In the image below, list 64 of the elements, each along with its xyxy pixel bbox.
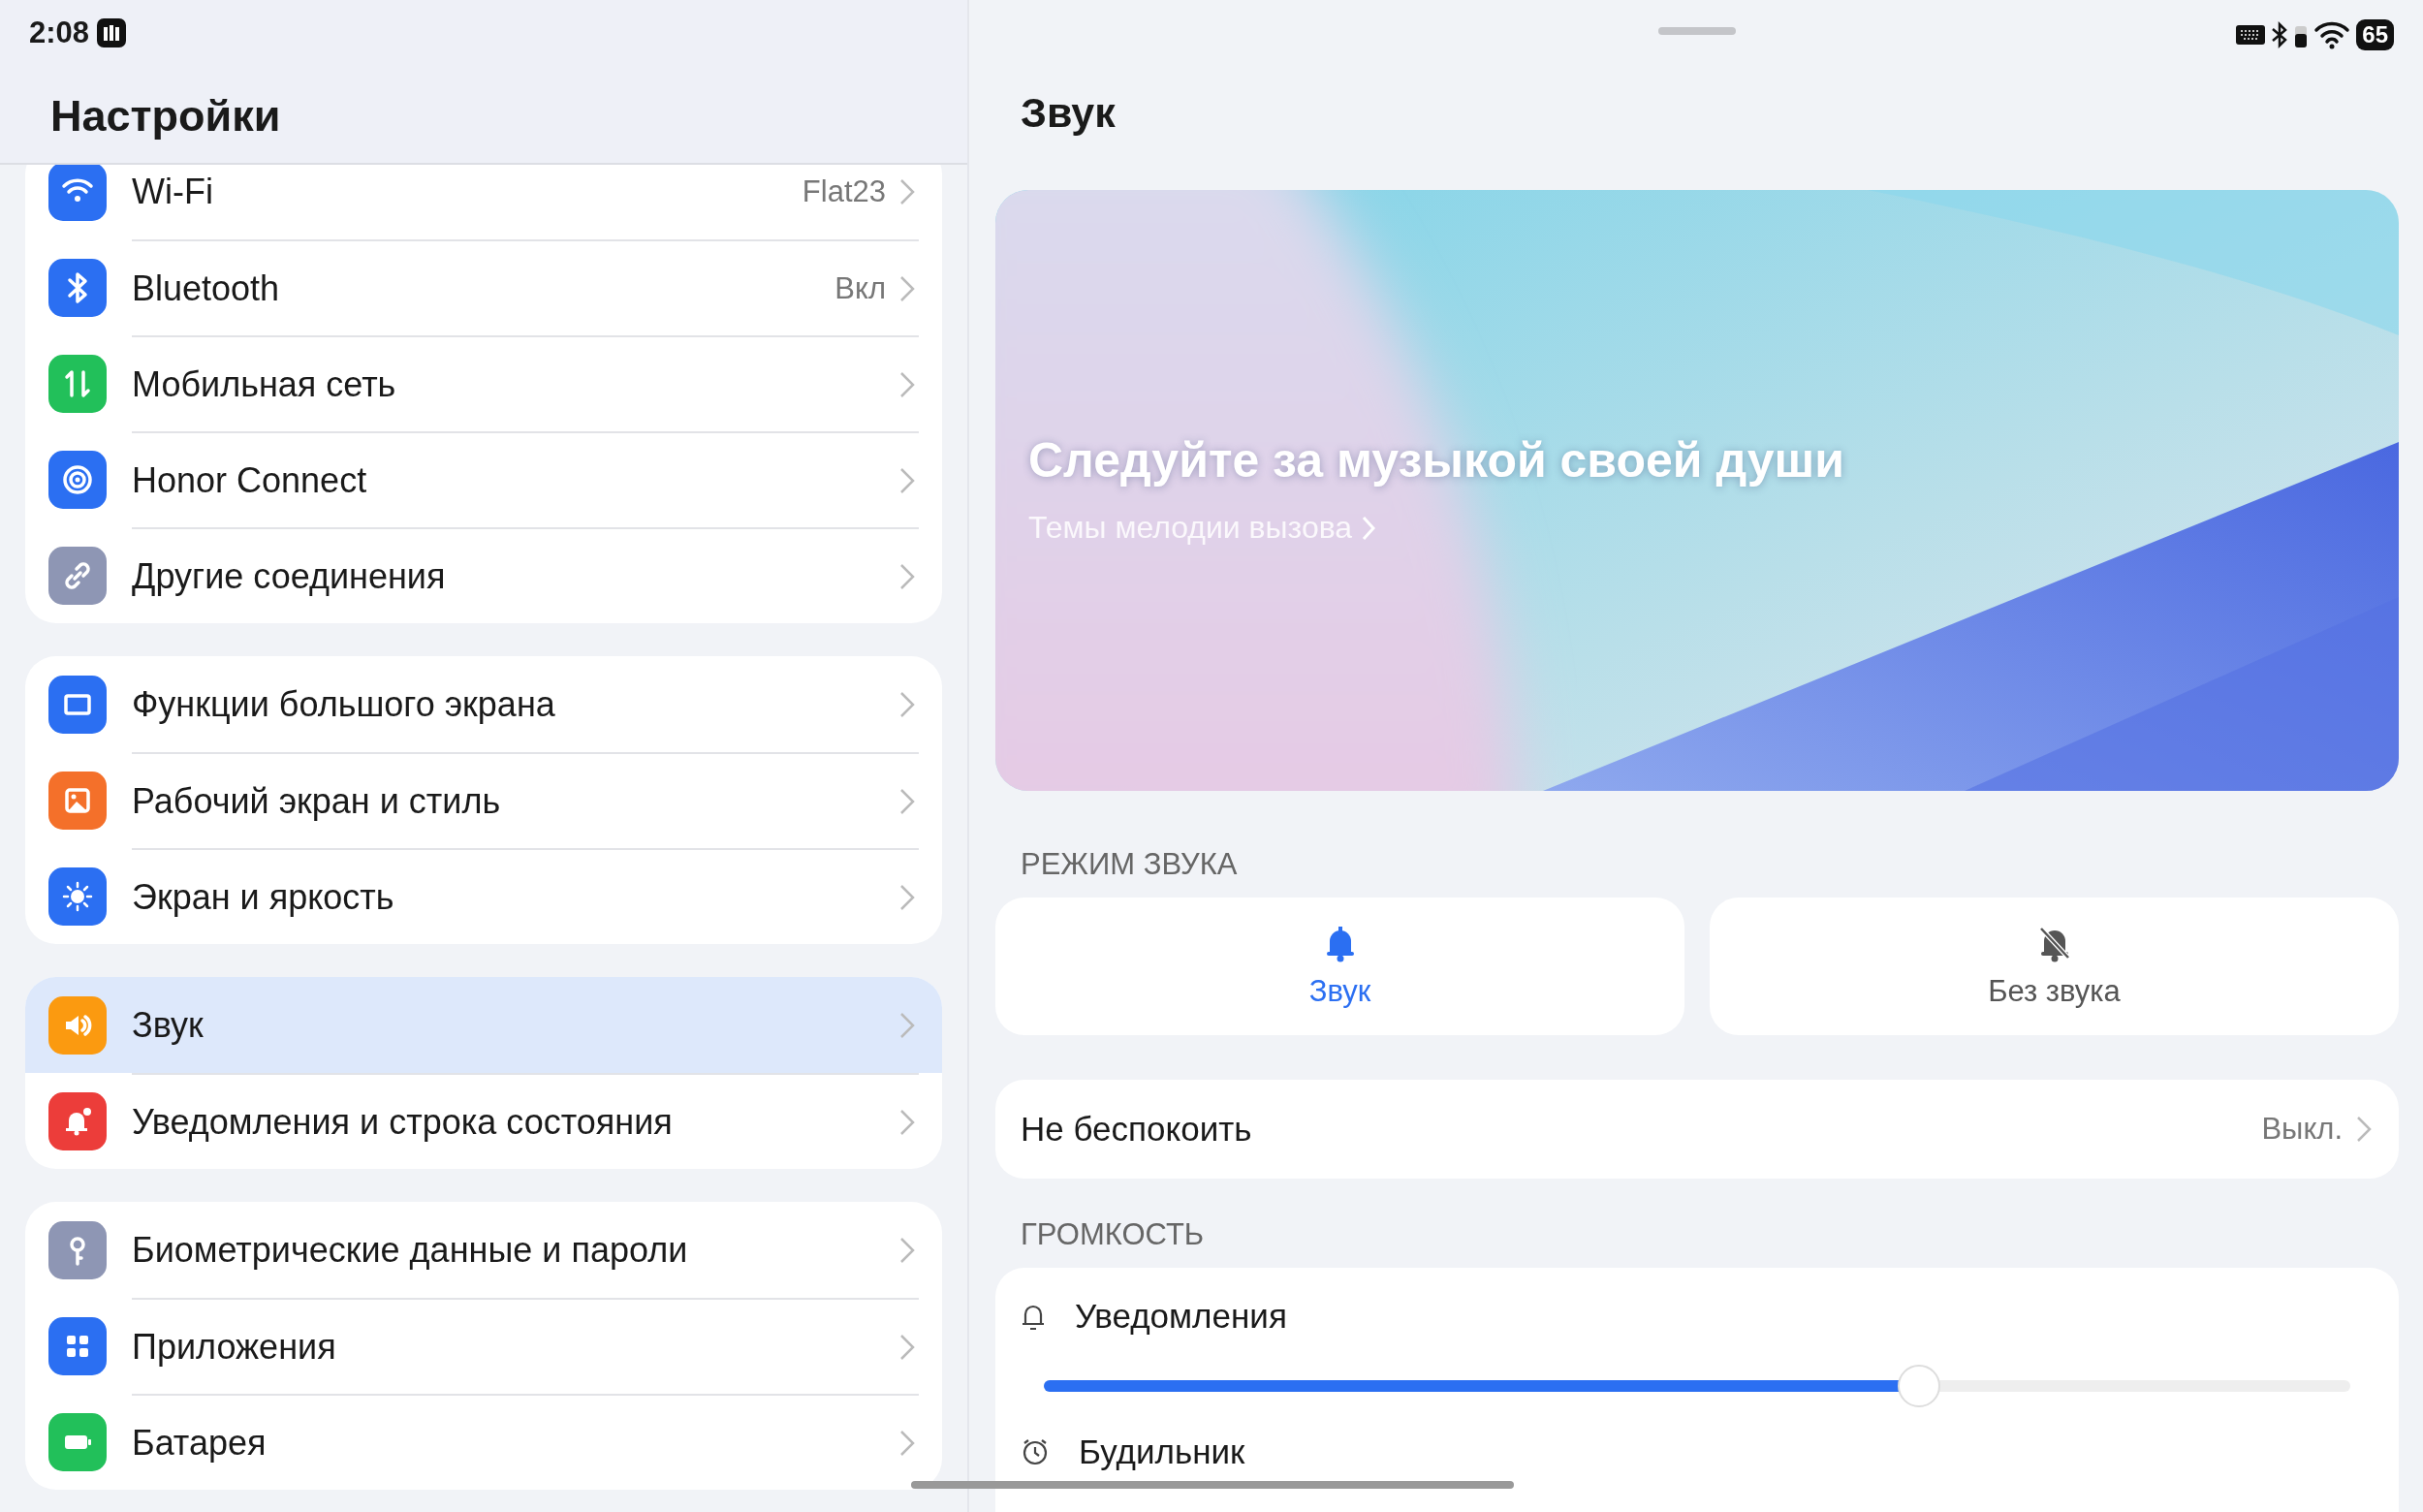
chevron-icon [899, 1108, 915, 1136]
settings-item[interactable]: Bluetooth Вкл [25, 239, 942, 335]
settings-item[interactable]: Приложения [25, 1298, 942, 1394]
wifi-icon [2313, 20, 2351, 49]
chevron-icon [899, 1236, 915, 1264]
item-label: Приложения [132, 1326, 337, 1368]
item-label: Другие соединения [132, 555, 447, 597]
item-value: Flat23 [802, 173, 886, 209]
item-label: Рабочий экран и стиль [132, 780, 502, 822]
volume-label: Уведомления [1075, 1297, 1287, 1336]
sound-mode-button[interactable]: Без звука [1710, 898, 2399, 1035]
clock-icon [1021, 1437, 1050, 1466]
item-label: Звук [132, 1004, 205, 1046]
item-label: Wi-Fi [132, 171, 214, 212]
settings-item[interactable]: Экран и яркость [25, 848, 942, 944]
home-indicator[interactable] [911, 1481, 1514, 1489]
chevron-icon [899, 466, 915, 494]
chevron-icon [899, 177, 915, 205]
settings-item[interactable]: Мобильная сеть [25, 335, 942, 431]
item-label: Функции большого экрана [132, 683, 556, 725]
chevron-icon [1362, 515, 1376, 541]
item-value: Вкл [834, 270, 886, 306]
chevron-icon [2356, 1116, 2372, 1143]
chevron-icon [899, 370, 915, 398]
settings-item[interactable]: Рабочий экран и стиль [25, 752, 942, 848]
section-label: ГРОМКОСТЬ [1021, 1217, 1206, 1252]
status-time: 2:08 [29, 16, 90, 50]
battery-level: 65 [2356, 19, 2394, 50]
settings-item[interactable]: Другие соединения [25, 527, 942, 623]
chevron-icon [899, 1011, 915, 1039]
keyboard-icon [2236, 25, 2266, 45]
item-label: Мобильная сеть [132, 363, 397, 405]
item-label: Уведомления и строка состояния [132, 1101, 674, 1143]
settings-item[interactable]: Функции большого экрана [25, 656, 942, 752]
detail-title: Звук [1021, 89, 1117, 138]
page-title: Настройки [50, 91, 282, 142]
chevron-icon [899, 1333, 915, 1361]
app-icon [97, 18, 127, 47]
settings-item[interactable]: Биометрические данные и пароли [25, 1202, 942, 1298]
section-label: РЕЖИМ ЗВУКА [1021, 847, 1239, 882]
item-label: Экран и яркость [132, 876, 395, 918]
drag-handle[interactable] [1658, 27, 1736, 35]
item-label: Honor Connect [132, 459, 368, 501]
settings-item[interactable]: Батарея [25, 1394, 942, 1490]
chevron-icon [899, 562, 915, 590]
dnd-label: Не беспокоить [1021, 1110, 1253, 1149]
item-label: Батарея [132, 1422, 267, 1464]
chevron-icon [899, 690, 915, 718]
chevron-icon [899, 883, 915, 911]
dnd-value: Выкл. [2261, 1112, 2343, 1147]
chevron-icon [899, 274, 915, 302]
chevron-icon [899, 1429, 915, 1457]
settings-item[interactable]: Звук [25, 977, 942, 1073]
volume-label: Будильник [1079, 1433, 1245, 1471]
item-label: Bluetooth [132, 268, 281, 309]
slider-thumb[interactable] [1898, 1365, 1941, 1407]
item-label: Биометрические данные и пароли [132, 1229, 689, 1271]
bluetooth-icon [2271, 20, 2289, 49]
chevron-icon [899, 787, 915, 815]
settings-item[interactable]: Honor Connect [25, 431, 942, 527]
do-not-disturb-row[interactable]: Не беспокоить Выкл. [995, 1080, 2399, 1179]
settings-item[interactable]: Wi-Fi Flat23 [25, 165, 942, 239]
settings-item[interactable]: Уведомления и строка состояния [25, 1073, 942, 1169]
sound-mode-button[interactable]: Звук [995, 898, 1684, 1035]
